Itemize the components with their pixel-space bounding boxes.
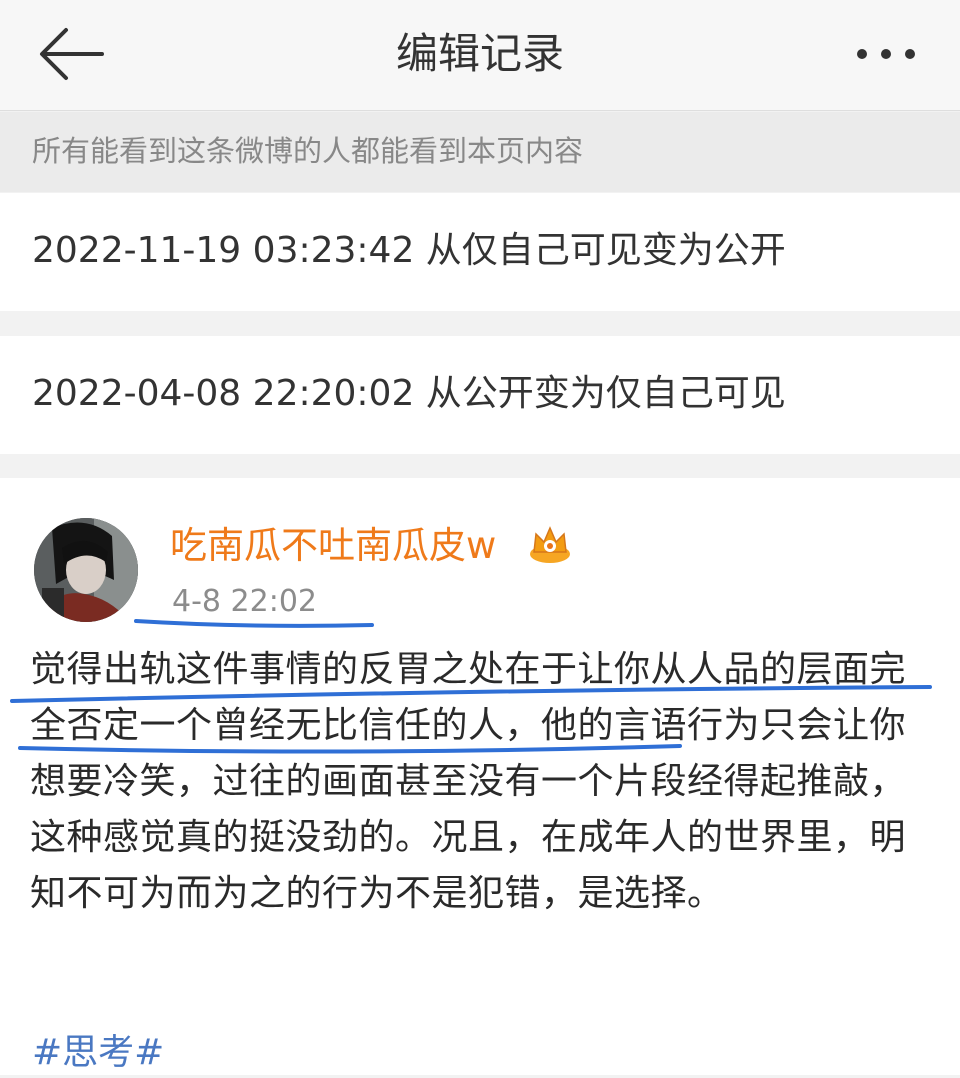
post-content: 觉得出轨这件事情的反胃之处在于让你从人品的层面完全否定一个曾经无比信任的人，他的… bbox=[30, 642, 930, 922]
arrow-left-icon bbox=[40, 28, 104, 80]
crown-vip-icon bbox=[530, 526, 570, 563]
hashtag-link[interactable]: #思考# bbox=[32, 1028, 164, 1078]
post-text: 觉得出轨这件事情的反胃之处在于让你从人品的层面完全否定一个曾经无比信任的人，他的… bbox=[30, 649, 907, 914]
more-button[interactable] bbox=[852, 30, 924, 80]
avatar-image bbox=[34, 518, 138, 622]
back-button[interactable] bbox=[36, 24, 108, 84]
avatar[interactable] bbox=[34, 518, 138, 622]
post-author-name[interactable]: 吃南瓜不吐南瓜皮w bbox=[170, 520, 496, 572]
weibo-post-card: 吃南瓜不吐南瓜皮w 4-8 22:02 觉得出轨这件事情的反胃之处在于让你从人品… bbox=[0, 478, 960, 1075]
edit-record-item: 2022-11-19 03:23:42 从仅自己可见变为公开 bbox=[0, 193, 960, 311]
top-bar: 编辑记录 bbox=[0, 0, 960, 111]
post-timestamp: 4-8 22:02 bbox=[172, 584, 317, 619]
edit-record-item: 2022-04-08 22:20:02 从公开变为仅自己可见 bbox=[0, 336, 960, 454]
more-horizontal-icon bbox=[857, 49, 915, 59]
visibility-notice: 所有能看到这条微博的人都能看到本页内容 bbox=[0, 112, 960, 192]
page-title: 编辑记录 bbox=[395, 29, 564, 78]
